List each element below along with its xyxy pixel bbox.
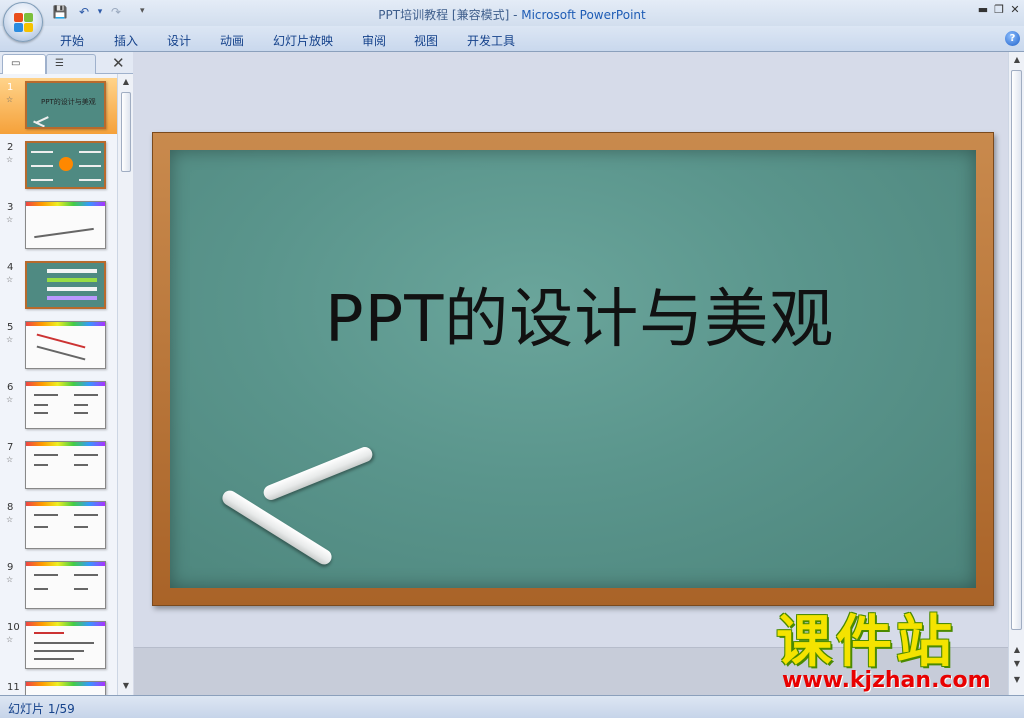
thumbnail-image [25,321,106,369]
animation-star-icon: ☆ [6,95,14,104]
animation-star-icon: ☆ [6,515,14,524]
slide-thumbnail-7[interactable]: 7 ☆ [0,438,117,494]
office-logo-icon [14,13,34,33]
tab-insert[interactable]: 插入 [114,32,138,49]
slide-thumbnail-11[interactable]: 11 [0,678,117,695]
tab-review[interactable]: 审阅 [362,32,386,49]
slide-thumbnail-10[interactable]: 10 ☆ [0,618,117,674]
slide-thumbnail-6[interactable]: 6 ☆ [0,378,117,434]
slide-number: 6 [7,382,14,393]
watermark-logo: 课件站 [776,610,956,675]
title-bar: 💾 ↶ ▾ ↷ ▾ PPT培训教程 [兼容模式] - Microsoft Pow… [0,0,1024,26]
thumbnail-scrollbar[interactable]: ▲ ▼ [117,74,133,695]
slide-number: 1 [7,82,14,93]
slide-counter: 幻灯片 1/59 [8,702,75,716]
slide-number: 4 [7,262,14,273]
tab-slide-show[interactable]: 幻灯片放映 [273,32,333,49]
slide-thumbnail-2[interactable]: 2 ☆ [0,138,117,194]
animation-star-icon: ☆ [6,155,14,164]
next-slide-icon[interactable]: ▼ [1011,658,1023,670]
outline-tab-icon: ☰ [55,58,64,69]
thumbnail-image [25,621,106,669]
chalk-stick [261,444,375,503]
animation-star-icon: ☆ [6,275,14,284]
current-slide[interactable]: PPT的设计与美观 [152,132,994,606]
thumbnail-image [25,681,106,695]
restore-icon[interactable]: ❐ [992,3,1006,17]
help-icon[interactable]: ? [1005,31,1020,46]
scroll-thumb[interactable] [121,92,131,172]
slide-number: 8 [7,502,14,513]
animation-star-icon: ☆ [6,215,14,224]
window-title: PPT培训教程 [兼容模式] - Microsoft PowerPoint [0,6,1024,23]
thumbnail-image [25,501,106,549]
thumbnail-caption: PPT的设计与美观 [41,98,96,106]
animation-star-icon: ☆ [6,395,14,404]
scroll-thumb[interactable] [1011,70,1022,630]
minimize-icon[interactable]: ▬ [976,3,990,17]
slide-thumbnail-1[interactable]: 1 ☆ PPT的设计与美观 [0,78,117,134]
tab-slides[interactable]: ▭ [2,54,46,74]
animation-star-icon: ☆ [6,575,14,584]
scroll-up-icon[interactable]: ▲ [1011,54,1023,66]
slides-pane: ▭ ☰ ✕ 1 ☆ PPT的设计与美观 2 ☆ 3 ☆ 4 ☆ 5 ☆ 6 ☆ … [0,52,133,695]
slide-thumbnail-list: 1 ☆ PPT的设计与美观 2 ☆ 3 ☆ 4 ☆ 5 ☆ 6 ☆ 7 ☆ 8 … [0,74,117,695]
thumbnail-image [25,141,106,189]
slides-tab-icon: ▭ [11,58,21,69]
animation-star-icon: ☆ [6,335,14,344]
animation-star-icon: ☆ [6,635,14,644]
slide-thumbnail-4[interactable]: 4 ☆ [0,258,117,314]
slide-title[interactable]: PPT的设计与美观 [325,268,834,360]
thumbnail-image [25,561,106,609]
scroll-up-icon[interactable]: ▲ [120,76,132,88]
slide-number: 11 [7,682,20,693]
status-bar: 幻灯片 1/59 [0,695,1024,718]
chalk-stick [219,487,335,568]
thumbnail-image [25,381,106,429]
slide-editor: PPT的设计与美观 [134,52,1008,695]
close-icon[interactable]: ✕ [1008,3,1022,17]
slide-number: 9 [7,562,14,573]
slide-thumbnail-9[interactable]: 9 ☆ [0,558,117,614]
editor-scrollbar[interactable]: ▲ ▲ ▼ ▼ [1008,52,1024,695]
tab-animations[interactable]: 动画 [220,32,244,49]
thumbnail-image [25,201,106,249]
tab-developer[interactable]: 开发工具 [467,32,515,49]
slide-thumbnail-8[interactable]: 8 ☆ [0,498,117,554]
slide-thumbnail-5[interactable]: 5 ☆ [0,318,117,374]
thumbnail-image [25,441,106,489]
animation-star-icon: ☆ [6,455,14,464]
chalkboard: PPT的设计与美观 [170,150,976,588]
thumbnail-image [25,261,106,309]
tab-outline[interactable]: ☰ [46,54,96,74]
previous-slide-icon[interactable]: ▲ [1011,644,1023,656]
watermark-url: www.kjzhan.com [782,668,991,693]
scroll-down-icon[interactable]: ▼ [1011,674,1023,686]
title-separator: - [509,8,522,22]
tab-design[interactable]: 设计 [167,32,191,49]
tab-home[interactable]: 开始 [60,32,84,49]
slide-number: 10 [7,622,20,633]
document-title: PPT培训教程 [兼容模式] [378,8,510,22]
app-name: Microsoft PowerPoint [521,8,646,22]
slide-number: 7 [7,442,14,453]
tab-view[interactable]: 视图 [414,32,438,49]
slide-thumbnail-3[interactable]: 3 ☆ [0,198,117,254]
pane-tabs: ▭ ☰ ✕ [0,52,133,74]
office-button[interactable] [3,2,43,42]
thumbnail-image: PPT的设计与美观 [25,81,106,129]
slide-number: 5 [7,322,14,333]
slide-number: 3 [7,202,14,213]
slide-number: 2 [7,142,14,153]
ribbon-tabs: 开始 插入 设计 动画 幻灯片放映 审阅 视图 开发工具 ? [0,26,1024,52]
scroll-down-icon[interactable]: ▼ [120,680,132,692]
pane-close-icon[interactable]: ✕ [112,54,125,72]
